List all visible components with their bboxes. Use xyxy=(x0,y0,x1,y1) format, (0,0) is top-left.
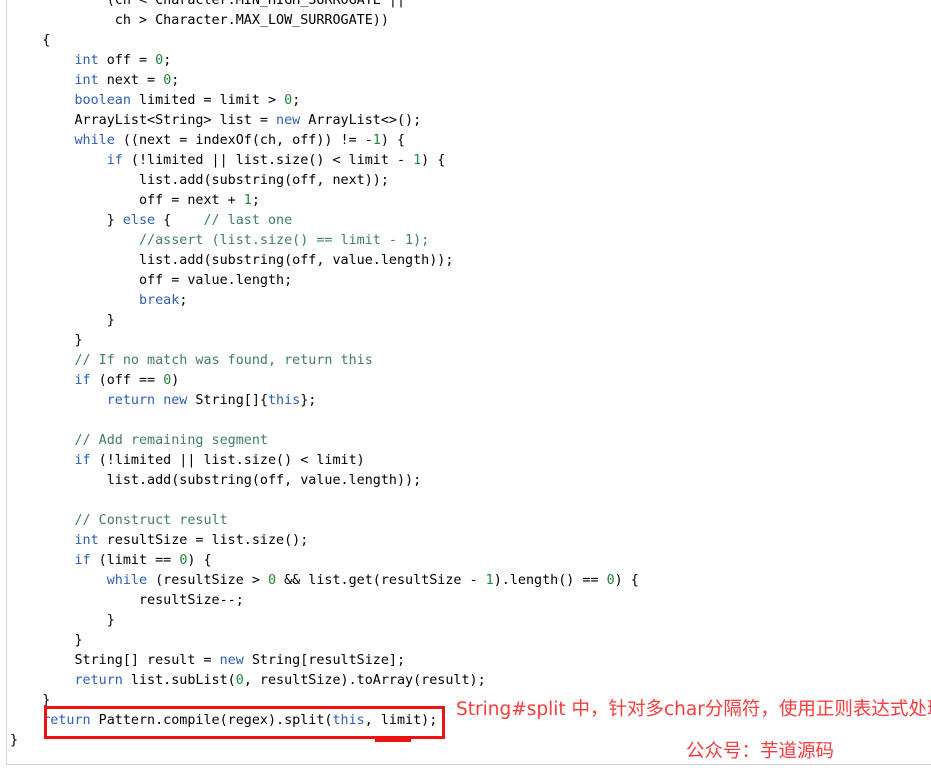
code-line: { xyxy=(0,31,931,51)
code-line: } xyxy=(10,333,83,348)
code-line: list.add(substring(off, value.length)); xyxy=(10,253,454,268)
code-line: return new String[]{this}; xyxy=(106,393,317,408)
highlight-underline-mark xyxy=(375,736,411,742)
code-line: // If no match was found, return this xyxy=(74,353,373,368)
code-line: int resultSize = list.size(); xyxy=(74,533,309,548)
screenshot-root: (ch < Character.MIN_HIGH_SURROGATE || ch… xyxy=(0,0,931,774)
code-line: off = value.length; xyxy=(10,273,293,288)
code-line: if (limit == 0) { xyxy=(74,553,212,568)
code-block[interactable]: (ch < Character.MIN_HIGH_SURROGATE || ch… xyxy=(0,0,931,751)
code-line-text: (ch < Character.MIN_HIGH_SURROGATE || xyxy=(10,0,406,8)
code-line: String[] result = new String[resultSize]… xyxy=(10,653,406,668)
code-line: resultSize--; xyxy=(10,593,244,608)
code-line: (ch < Character.MIN_HIGH_SURROGATE || xyxy=(0,0,931,11)
code-line: } xyxy=(10,613,115,628)
code-line: ch > Character.MAX_LOW_SURROGATE)) xyxy=(0,11,931,31)
code-line: list.add(substring(off, value.length)); xyxy=(10,473,422,488)
code-line: while (resultSize > 0 && list.get(result… xyxy=(106,573,639,588)
code-line: if (!limited || list.size() < limit - 1)… xyxy=(106,153,446,168)
annotation-signature: 公众号：芋道源码 xyxy=(686,741,835,762)
code-line: // Add remaining segment xyxy=(74,433,268,448)
code-line: int off = 0; xyxy=(74,53,172,68)
code-line: boolean limited = limit > 0; xyxy=(74,93,301,108)
highlight-rectangle xyxy=(44,706,445,739)
annotation-note: String#split 中，针对多char分隔符，使用正则表达式处理 xyxy=(456,699,931,720)
code-line: ArrayList<String> list = new ArrayList<>… xyxy=(10,113,422,128)
code-line: break; xyxy=(139,293,188,308)
code-line: return list.subList(0, resultSize).toArr… xyxy=(74,673,486,688)
code-line: if (!limited || list.size() < limit) xyxy=(74,453,365,468)
code-line: } xyxy=(10,633,83,648)
code-line-text: { xyxy=(10,33,51,48)
code-line-text: ch > Character.MAX_LOW_SURROGATE)) xyxy=(10,13,389,28)
code-line: int next = 0; xyxy=(74,73,180,88)
code-line: if (off == 0) xyxy=(74,373,180,388)
code-line: // Construct result xyxy=(74,513,228,528)
code-line: } else { // last one xyxy=(10,213,293,228)
code-line: //assert (list.size() == limit - 1); xyxy=(139,233,430,248)
code-line: while ((next = indexOf(ch, off)) != -1) … xyxy=(74,133,406,148)
code-line: list.add(substring(off, next)); xyxy=(10,173,389,188)
code-line: off = next + 1; xyxy=(10,193,260,208)
code-line: } xyxy=(10,313,115,328)
